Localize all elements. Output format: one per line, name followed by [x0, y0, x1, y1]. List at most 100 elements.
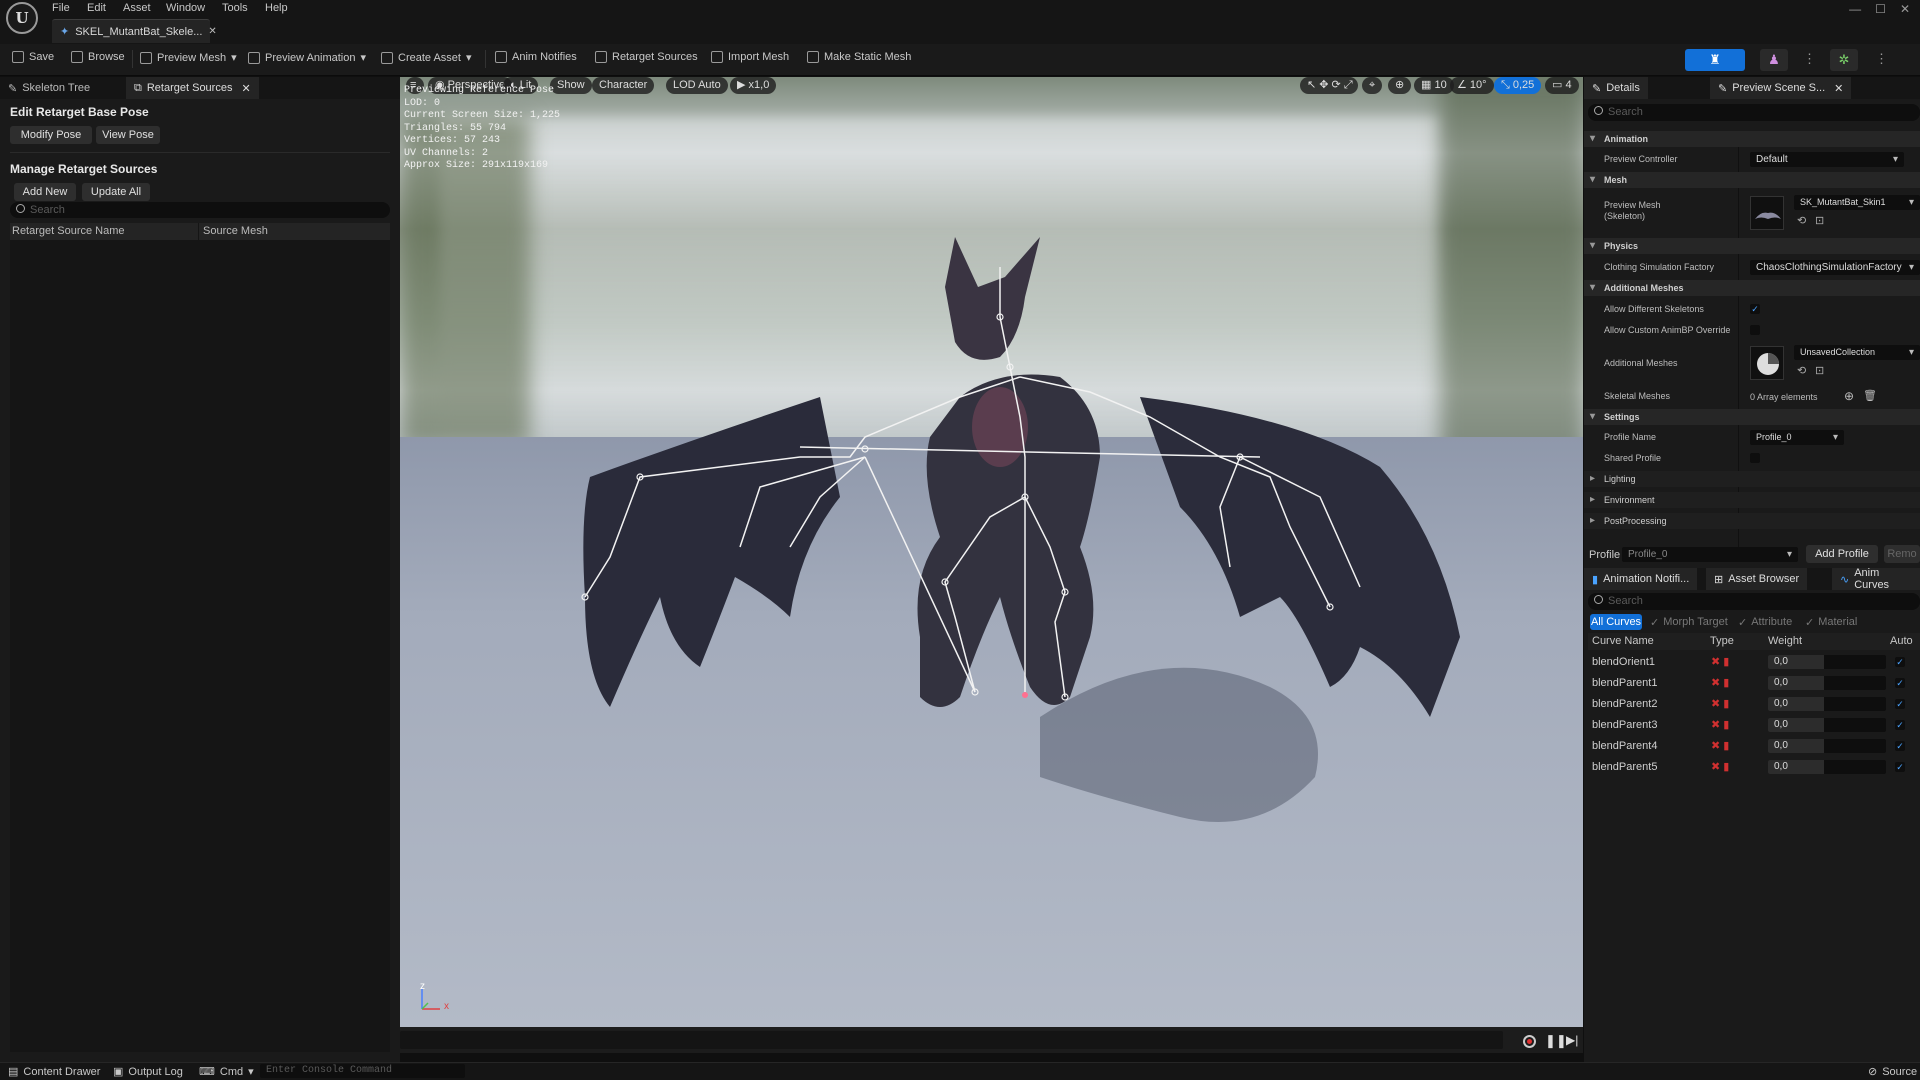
- column-auto[interactable]: Auto: [1890, 635, 1913, 647]
- auto-checkbox[interactable]: ✓: [1895, 678, 1905, 688]
- tab-retarget-sources[interactable]: ⧉ Retarget Sources ✕: [126, 77, 259, 99]
- add-element-icon[interactable]: ⊕: [1844, 389, 1854, 403]
- source-control-button[interactable]: ⊘ Source: [1868, 1065, 1917, 1079]
- trash-icon[interactable]: 🗑: [1863, 389, 1877, 402]
- tab-details[interactable]: ✎ Details: [1584, 77, 1648, 99]
- auto-checkbox[interactable]: ✓: [1895, 699, 1905, 709]
- content-drawer-button[interactable]: ▤ Content Drawer: [8, 1065, 100, 1079]
- browse-button[interactable]: Browse: [71, 51, 125, 63]
- curves-search-input[interactable]: Search: [1588, 593, 1920, 610]
- pause-icon[interactable]: ❚❚: [1545, 1033, 1567, 1049]
- filter-material[interactable]: ✓ Material: [1805, 616, 1857, 629]
- filter-all-curves[interactable]: All Curves: [1590, 614, 1642, 630]
- filter-attribute[interactable]: ✓ Attribute: [1738, 616, 1792, 629]
- save-button[interactable]: Save: [12, 51, 54, 63]
- close-tab-icon[interactable]: ✕: [1834, 82, 1843, 95]
- tab-anim-curves[interactable]: ∿ Anim Curves: [1832, 567, 1920, 591]
- anim-notifies-button[interactable]: Anim Notifies: [495, 51, 577, 63]
- browse-asset-icon[interactable]: ⊡: [1815, 364, 1824, 377]
- lod-button[interactable]: LOD Auto: [666, 77, 728, 94]
- column-retarget-source-name[interactable]: Retarget Source Name: [12, 225, 125, 237]
- category-mesh[interactable]: Mesh: [1584, 172, 1920, 188]
- use-selected-icon[interactable]: ⟲: [1797, 214, 1806, 227]
- list-item[interactable]: blendOrient1 ✖ ▮ 0,0 ✓: [1588, 653, 1920, 671]
- category-additional-meshes[interactable]: Additional Meshes: [1584, 280, 1920, 296]
- weight-input[interactable]: 0,0: [1768, 718, 1886, 732]
- category-postprocessing[interactable]: PostProcessing: [1584, 513, 1920, 529]
- list-item[interactable]: blendParent1 ✖ ▮ 0,0 ✓: [1588, 674, 1920, 692]
- skeleton-mode-button[interactable]: ♜: [1685, 49, 1745, 71]
- close-tab-icon[interactable]: ✕: [241, 82, 250, 95]
- weight-input[interactable]: 0,0: [1768, 676, 1886, 690]
- tab-skeleton-tree[interactable]: ✎ Skeleton Tree: [0, 77, 98, 99]
- close-window-icon[interactable]: ✕: [1900, 2, 1910, 16]
- preview-mesh-button[interactable]: Preview Mesh ▾: [140, 51, 237, 64]
- retarget-sources-list[interactable]: [10, 240, 390, 1052]
- world-local-button[interactable]: ⊕: [1388, 77, 1412, 94]
- category-physics[interactable]: Physics: [1584, 238, 1920, 254]
- auto-checkbox[interactable]: ✓: [1895, 720, 1905, 730]
- allow-different-skeletons-checkbox[interactable]: ✓: [1750, 304, 1760, 314]
- add-profile-button[interactable]: Add Profile: [1806, 545, 1878, 563]
- column-type[interactable]: Type: [1710, 635, 1734, 647]
- step-forward-icon[interactable]: ▶|: [1566, 1033, 1578, 1047]
- menu-help[interactable]: Help: [265, 2, 288, 14]
- details-search-input[interactable]: Search: [1588, 104, 1920, 121]
- column-source-mesh[interactable]: Source Mesh: [203, 225, 268, 237]
- update-all-button[interactable]: Update All: [82, 183, 150, 201]
- list-item[interactable]: blendParent4 ✖ ▮ 0,0 ✓: [1588, 737, 1920, 755]
- weight-input[interactable]: 0,0: [1768, 697, 1886, 711]
- preview-mesh-dropdown[interactable]: SK_MutantBat_Skin1: [1794, 195, 1920, 210]
- playback-speed-button[interactable]: ▶ x1,0: [730, 77, 777, 94]
- profile-dropdown[interactable]: Profile_0: [1622, 547, 1798, 562]
- create-asset-button[interactable]: Create Asset ▾: [381, 51, 472, 64]
- menu-edit[interactable]: Edit: [87, 2, 106, 14]
- preview-controller-dropdown[interactable]: Default: [1750, 152, 1904, 167]
- physics-mode-button[interactable]: ✲: [1830, 49, 1858, 71]
- make-static-mesh-button[interactable]: Make Static Mesh: [807, 51, 911, 63]
- more-options-icon[interactable]: ⋮: [1803, 51, 1816, 67]
- weight-input[interactable]: 0,0: [1768, 760, 1886, 774]
- close-tab-icon[interactable]: ✕: [208, 26, 216, 37]
- menu-asset[interactable]: Asset: [123, 2, 151, 14]
- viewport[interactable]: ≡ ◉ Perspective ◐ Lit Show Character LOD…: [400, 77, 1583, 1027]
- camera-speed-button[interactable]: ▭ 4: [1545, 77, 1579, 94]
- retarget-search-input[interactable]: Search: [10, 202, 390, 218]
- auto-checkbox[interactable]: ✓: [1895, 741, 1905, 751]
- console-command-input[interactable]: Enter Console Command: [260, 1064, 465, 1078]
- view-pose-button[interactable]: View Pose: [96, 126, 160, 144]
- transform-tools[interactable]: ↖ ✥ ⟳ ⤢: [1300, 77, 1358, 94]
- timeline-track[interactable]: [400, 1031, 1503, 1049]
- browse-asset-icon[interactable]: ⊡: [1815, 214, 1824, 227]
- import-mesh-button[interactable]: Import Mesh: [711, 51, 789, 63]
- weight-input[interactable]: 0,0: [1768, 655, 1886, 669]
- remove-profile-button[interactable]: Remo: [1884, 545, 1920, 563]
- auto-checkbox[interactable]: ✓: [1895, 762, 1905, 772]
- minimize-icon[interactable]: —: [1849, 2, 1861, 16]
- grid-snap-button[interactable]: ▦ 10: [1414, 77, 1454, 94]
- maximize-icon[interactable]: ☐: [1875, 2, 1886, 16]
- clothing-factory-dropdown[interactable]: ChaosClothingSimulationFactory: [1750, 260, 1920, 275]
- mesh-mode-button[interactable]: ♟: [1760, 49, 1788, 71]
- menu-window[interactable]: Window: [166, 2, 205, 14]
- character-button[interactable]: Character: [592, 77, 655, 94]
- filter-morph-target[interactable]: ✓ Morph Target: [1650, 616, 1728, 629]
- retarget-sources-button[interactable]: Retarget Sources: [595, 51, 698, 63]
- allow-custom-animbp-checkbox[interactable]: [1750, 325, 1760, 335]
- auto-checkbox[interactable]: ✓: [1895, 657, 1905, 667]
- column-weight[interactable]: Weight: [1768, 635, 1802, 647]
- category-animation[interactable]: Animation: [1584, 131, 1920, 147]
- add-new-button[interactable]: Add New: [14, 183, 76, 201]
- bat-creature-model[interactable]: [400, 77, 1583, 1027]
- preview-animation-button[interactable]: Preview Animation ▾: [248, 51, 366, 64]
- rotation-snap-button[interactable]: ∠ 10°: [1450, 77, 1494, 94]
- menu-tools[interactable]: Tools: [222, 2, 248, 14]
- record-icon[interactable]: [1523, 1035, 1536, 1048]
- tab-preview-scene-settings[interactable]: ✎ Preview Scene S... ✕: [1710, 77, 1852, 99]
- tab-animation-notifies[interactable]: ▮ Animation Notifi...: [1584, 568, 1698, 590]
- document-tab[interactable]: ✦ SKEL_MutantBat_Skele... ✕: [52, 19, 217, 43]
- tab-asset-browser[interactable]: ⊞ Asset Browser: [1706, 568, 1808, 590]
- list-item[interactable]: blendParent5 ✖ ▮ 0,0 ✓: [1588, 758, 1920, 776]
- list-item[interactable]: blendParent2 ✖ ▮ 0,0 ✓: [1588, 695, 1920, 713]
- column-curve-name[interactable]: Curve Name: [1592, 635, 1654, 647]
